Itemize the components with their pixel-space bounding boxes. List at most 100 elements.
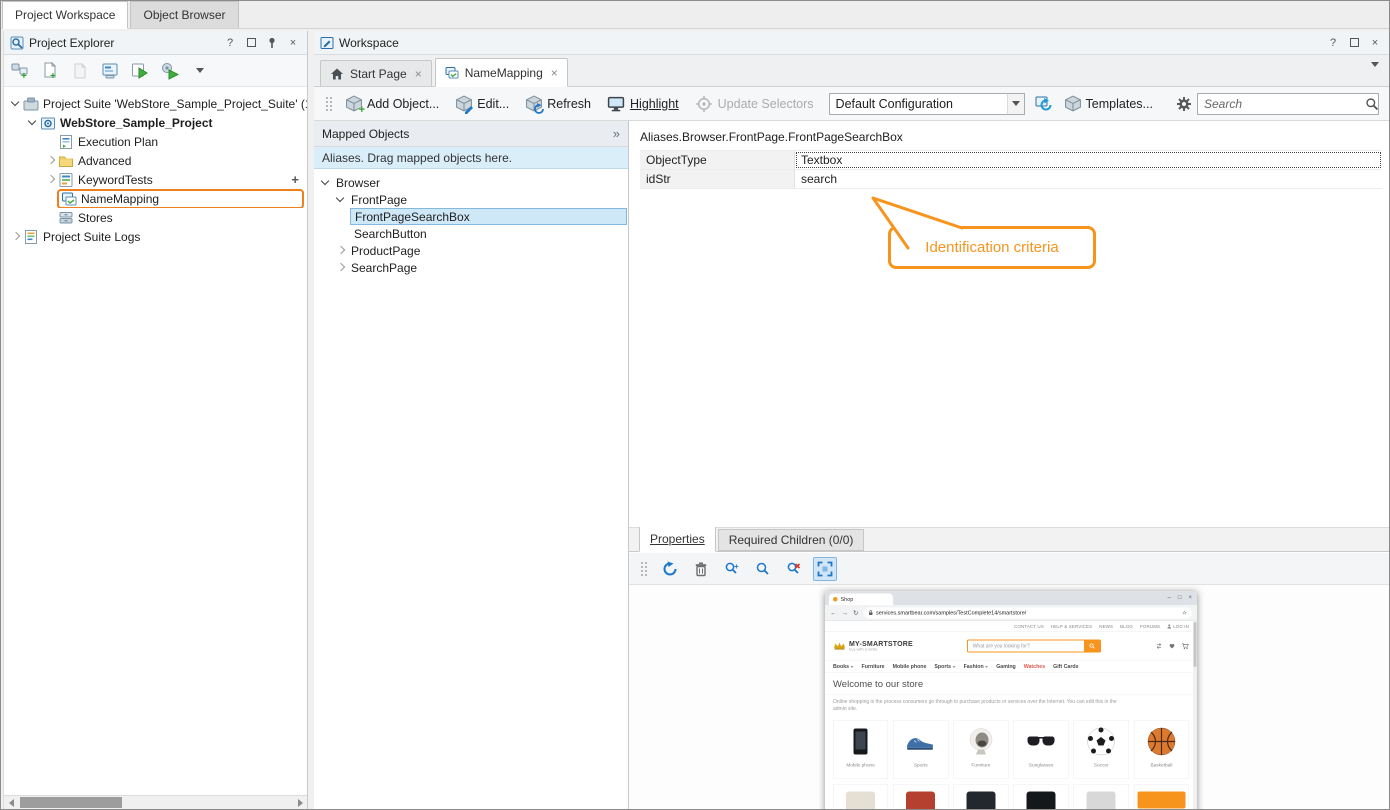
expander-icon[interactable] xyxy=(334,193,347,206)
scroll-right-button[interactable] xyxy=(293,796,307,809)
product-card: Sports xyxy=(893,720,948,779)
toolbar-grip[interactable] xyxy=(324,95,332,113)
expander-icon[interactable] xyxy=(44,173,57,186)
tab-start-page[interactable]: Start Page × xyxy=(320,60,432,86)
run-options-dropdown[interactable] xyxy=(189,60,211,82)
tree-item-project[interactable]: WebStore_Sample_Project xyxy=(4,113,307,132)
refresh-image-button[interactable] xyxy=(658,557,682,581)
alias-node-frontpage[interactable]: FrontPage xyxy=(314,191,628,208)
refresh-button[interactable]: Refresh xyxy=(518,91,598,116)
tab-label: Properties xyxy=(650,532,705,546)
remove-image-button[interactable] xyxy=(782,557,806,581)
help-icon[interactable]: ? xyxy=(1325,35,1341,51)
run-test-button[interactable] xyxy=(129,60,151,82)
alias-node-searchbutton[interactable]: SearchButton xyxy=(314,225,628,242)
tree-item-project-suite-logs[interactable]: Project Suite Logs xyxy=(4,227,307,246)
expander-icon[interactable] xyxy=(44,154,57,167)
tab-properties[interactable]: Properties xyxy=(639,527,716,552)
add-object-button[interactable]: + Add Object... xyxy=(338,91,446,116)
search-input[interactable] xyxy=(1198,97,1365,111)
alias-node-browser[interactable]: Browser xyxy=(314,174,628,191)
fit-to-window-button[interactable] xyxy=(813,557,837,581)
gear-icon[interactable] xyxy=(1173,93,1195,115)
tree-item-label: NameMapping xyxy=(81,192,159,206)
property-value[interactable]: Textbox xyxy=(795,151,1382,169)
product-grid-row2 xyxy=(833,784,1189,809)
tab-list-dropdown-icon[interactable] xyxy=(1371,67,1379,81)
expander-icon[interactable] xyxy=(334,244,347,257)
templates-button[interactable]: Templates... xyxy=(1057,91,1160,116)
expander-icon[interactable] xyxy=(334,261,347,274)
scrollbar-track[interactable] xyxy=(18,796,293,809)
table-row[interactable]: ObjectType Textbox xyxy=(640,151,1382,170)
project-icon xyxy=(40,115,56,131)
sync-namemapping-button[interactable] xyxy=(1033,93,1055,115)
tree-item-namemapping[interactable]: NameMapping xyxy=(4,189,307,208)
view-image-button[interactable] xyxy=(751,557,775,581)
svg-text:+: + xyxy=(21,71,27,80)
tab-namemapping[interactable]: NameMapping × xyxy=(435,58,568,87)
property-name: idStr xyxy=(640,170,795,188)
search-icon[interactable] xyxy=(1365,97,1379,111)
expander-icon[interactable] xyxy=(9,230,22,243)
expander-icon[interactable] xyxy=(26,116,39,129)
add-new-item-button[interactable]: + xyxy=(9,60,31,82)
folder-icon xyxy=(58,153,74,169)
close-icon[interactable]: × xyxy=(285,35,301,51)
callout-label: Identification criteria xyxy=(925,239,1058,256)
scrollbar-thumb[interactable] xyxy=(20,797,122,808)
phone-image xyxy=(854,729,868,755)
help-icon[interactable]: ? xyxy=(222,35,238,51)
panel-title: Project Explorer xyxy=(29,36,217,50)
float-window-icon[interactable] xyxy=(243,35,259,51)
horizontal-scrollbar[interactable] xyxy=(4,795,307,809)
tab-object-browser[interactable]: Object Browser xyxy=(130,1,238,28)
edit-button[interactable]: Edit... xyxy=(448,91,516,116)
tab-project-workspace[interactable]: Project Workspace xyxy=(2,1,128,29)
highlight-button[interactable]: Highlight xyxy=(600,91,686,117)
close-tab-icon[interactable]: × xyxy=(415,67,422,81)
add-keyword-test-button[interactable]: + xyxy=(291,172,307,187)
close-tab-icon[interactable]: × xyxy=(551,66,558,80)
tab-required-children[interactable]: Required Children (0/0) xyxy=(718,529,865,551)
sneaker-image xyxy=(906,732,935,751)
add-new-file-button[interactable]: + xyxy=(39,60,61,82)
expander-icon[interactable] xyxy=(9,97,22,110)
nav-item: Watches xyxy=(1024,664,1045,670)
alias-node-frontpagesearchbox[interactable]: FrontPageSearchBox xyxy=(314,208,628,225)
tree-item-keywordtests[interactable]: KeywordTests + xyxy=(4,170,307,189)
mini-page-scrollbar xyxy=(1193,621,1197,809)
store-search-placeholder: What are you looking for? xyxy=(968,643,1084,649)
organize-tests-button[interactable] xyxy=(99,60,121,82)
configuration-select[interactable]: Default Configuration xyxy=(829,93,1025,115)
mini-link: FORUMS xyxy=(1140,624,1160,629)
compare-icon xyxy=(1156,643,1163,650)
tree-item-execution-plan[interactable]: Execution Plan xyxy=(4,132,307,151)
store-search-button xyxy=(1084,640,1100,653)
aliases-drop-bar[interactable]: Aliases. Drag mapped objects here. xyxy=(314,147,628,169)
toolbar-grip[interactable] xyxy=(639,560,647,578)
alias-node-productpage[interactable]: ProductPage xyxy=(314,242,628,259)
collapse-panel-icon[interactable]: » xyxy=(613,126,620,141)
mini-url-field: services.smartbear.com/samples/TestCompl… xyxy=(863,607,1192,618)
table-row[interactable]: idStr search xyxy=(640,170,1382,189)
capture-image-button[interactable]: + xyxy=(720,557,744,581)
combo-dropdown-icon[interactable] xyxy=(1007,94,1024,114)
run-project-button[interactable] xyxy=(159,60,181,82)
delete-image-button[interactable] xyxy=(689,557,713,581)
add-existing-file-button[interactable] xyxy=(69,60,91,82)
monitor-icon xyxy=(607,95,625,113)
back-icon: ← xyxy=(830,609,837,617)
float-window-icon[interactable] xyxy=(1346,35,1362,51)
tree-item-stores[interactable]: Stores xyxy=(4,208,307,227)
close-icon[interactable]: × xyxy=(1367,35,1383,51)
alias-node-searchpage[interactable]: SearchPage xyxy=(314,259,628,276)
object-image-preview-panel: + xyxy=(629,553,1389,809)
tree-item-advanced[interactable]: Advanced xyxy=(4,151,307,170)
scroll-left-button[interactable] xyxy=(4,796,18,809)
pin-icon[interactable] xyxy=(264,35,280,51)
property-value[interactable]: search xyxy=(795,170,1382,188)
logs-icon xyxy=(23,229,39,245)
expander-icon[interactable] xyxy=(319,176,332,189)
tree-item-project-suite[interactable]: Project Suite 'WebStore_Sample_Project_S… xyxy=(4,94,307,113)
